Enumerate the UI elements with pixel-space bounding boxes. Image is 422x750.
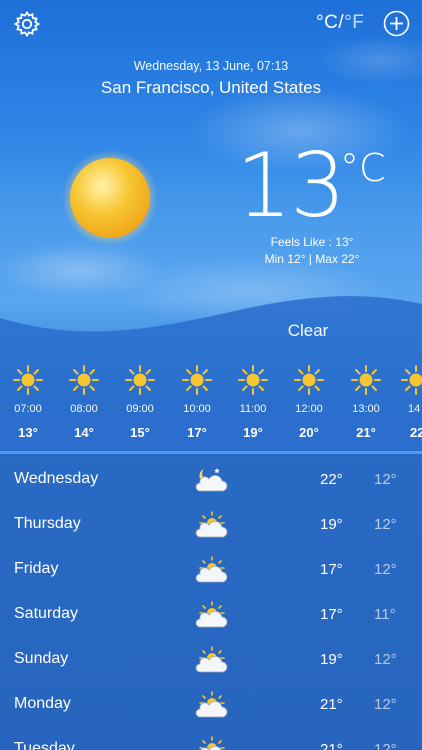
hour-temp: 13° bbox=[18, 425, 38, 440]
hour-item: 10:00 17° bbox=[169, 364, 225, 440]
day-row[interactable]: Saturday 17° 11° bbox=[0, 591, 422, 636]
sun-cloud-icon bbox=[199, 736, 225, 750]
hour-temp: 19° bbox=[243, 425, 263, 440]
day-name: Tuesday bbox=[14, 740, 75, 750]
sun-cloud-icon bbox=[195, 511, 228, 538]
hour-time: 10:00 bbox=[183, 403, 211, 415]
sun-icon bbox=[62, 150, 158, 246]
day-row[interactable]: Thursday 19° 12° bbox=[0, 501, 422, 546]
hour-time: 11:00 bbox=[239, 403, 267, 415]
hour-item: 08:00 14° bbox=[56, 364, 112, 440]
sun-icon bbox=[238, 365, 268, 395]
sun-icon bbox=[13, 365, 43, 395]
sun-icon bbox=[401, 365, 422, 395]
day-row[interactable]: Monday 21° 12° bbox=[0, 681, 422, 726]
hour-item: 09:00 15° bbox=[112, 364, 168, 440]
day-min: 11° bbox=[374, 606, 396, 623]
hour-item: 07:00 13° bbox=[0, 364, 56, 440]
day-max: 21° bbox=[320, 741, 343, 750]
day-name: Sunday bbox=[14, 650, 69, 667]
daily-forecast[interactable]: Wednesday 22° 12° Thursday 19° 12° Frida… bbox=[0, 454, 422, 750]
day-min: 12° bbox=[374, 471, 397, 488]
day-name: Wednesday bbox=[14, 470, 99, 487]
hour-item: 11:00 19° bbox=[225, 364, 281, 440]
hour-time: 07:00 bbox=[14, 403, 42, 415]
sun-cloud-icon bbox=[195, 646, 228, 673]
min-max: Min 12° | Max 22° bbox=[264, 252, 360, 266]
day-max: 17° bbox=[320, 561, 343, 578]
sun-cloud-icon bbox=[195, 556, 228, 583]
hourly-forecast[interactable]: 07:00 13° 08:00 14° 09:00 15° 10:00 17° … bbox=[0, 364, 422, 448]
day-name: Saturday bbox=[14, 605, 79, 622]
day-min: 12° bbox=[374, 696, 397, 713]
day-name: Friday bbox=[14, 560, 59, 577]
hour-item: 13:00 21° bbox=[338, 364, 394, 440]
hour-time: 08:00 bbox=[70, 403, 98, 415]
top-bar: °C/°F bbox=[0, 0, 422, 50]
day-name: Monday bbox=[14, 695, 71, 712]
hour-time: 13:00 bbox=[352, 403, 380, 415]
plus-circle-icon[interactable] bbox=[383, 10, 410, 37]
day-min: 12° bbox=[374, 741, 397, 750]
day-row[interactable]: Wednesday 22° 12° bbox=[0, 456, 422, 501]
day-max: 19° bbox=[320, 651, 343, 668]
sun-cloud-icon bbox=[195, 691, 228, 718]
hour-temp: 22 bbox=[410, 425, 422, 440]
day-row[interactable]: Friday 17° 12° bbox=[0, 546, 422, 591]
day-name: Thursday bbox=[14, 515, 81, 532]
sun-icon bbox=[125, 365, 155, 395]
day-min: 12° bbox=[374, 516, 397, 533]
hour-time: 09:00 bbox=[126, 403, 154, 415]
day-max: 22° bbox=[320, 471, 343, 488]
sun-icon bbox=[351, 365, 381, 395]
unit-toggle[interactable]: °C/°F bbox=[316, 12, 364, 34]
day-max: 21° bbox=[320, 696, 343, 713]
day-row[interactable]: Tuesday 21° 12° bbox=[0, 726, 422, 750]
current-temperature: 13 bbox=[236, 134, 346, 237]
day-max: 19° bbox=[320, 516, 343, 533]
hour-temp: 14° bbox=[74, 425, 94, 440]
sun-icon bbox=[69, 365, 99, 395]
hour-time: 14 bbox=[408, 403, 421, 415]
hour-time: 12:00 bbox=[295, 403, 323, 415]
unit-celsius[interactable]: °C bbox=[316, 12, 338, 33]
sun-icon bbox=[294, 365, 324, 395]
condition-label: Clear bbox=[287, 321, 329, 340]
feels-like: Feels Like : 13° bbox=[270, 235, 354, 249]
current-temperature-unit: °C bbox=[340, 146, 386, 190]
day-max: 17° bbox=[320, 606, 343, 623]
hour-temp: 17° bbox=[187, 425, 207, 440]
day-min: 12° bbox=[374, 561, 397, 578]
hour-temp: 15° bbox=[130, 425, 150, 440]
location-name[interactable]: San Francisco, United States bbox=[0, 78, 422, 98]
gear-icon[interactable] bbox=[13, 10, 41, 38]
date-time: Wednesday, 13 June, 07:13 bbox=[133, 59, 289, 73]
hour-temp: 21° bbox=[356, 425, 376, 440]
day-row[interactable]: Sunday 19° 12° bbox=[0, 636, 422, 681]
moon-cloud-icon bbox=[195, 468, 228, 492]
sun-icon bbox=[182, 365, 212, 395]
sun-cloud-icon bbox=[195, 601, 228, 628]
hour-item: 14 22 bbox=[394, 364, 422, 440]
day-min: 12° bbox=[374, 651, 397, 668]
hour-temp: 20° bbox=[299, 425, 319, 440]
unit-fahrenheit[interactable]: °F bbox=[344, 12, 364, 33]
hour-item: 12:00 20° bbox=[281, 364, 337, 440]
